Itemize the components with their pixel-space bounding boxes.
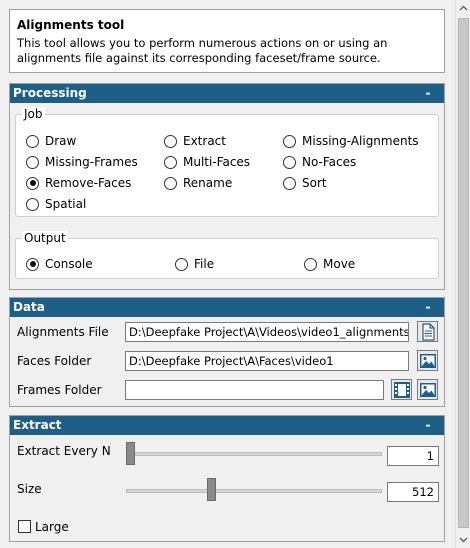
radio-label: Missing-Frames: [45, 155, 138, 169]
job-group-label: Job: [22, 107, 45, 121]
job-radio-multi-faces[interactable]: Multi-Faces: [164, 154, 250, 170]
large-label: Large: [35, 520, 69, 534]
frames-folder-label: Frames Folder: [17, 383, 102, 397]
extract-header: Extract -: [10, 416, 444, 435]
job-radio-remove-faces[interactable]: Remove-Faces: [26, 175, 131, 191]
alignments-file-label: Alignments File: [17, 325, 109, 339]
alignments-tool-panel: Alignments tool This tool allows you to …: [0, 0, 452, 548]
faces-folder-label: Faces Folder: [17, 354, 92, 368]
processing-collapse-button[interactable]: -: [422, 84, 434, 103]
tool-description: This tool allows you to perform numerous…: [17, 36, 388, 65]
size-label: Size: [17, 482, 42, 496]
size-slider-thumb[interactable]: [207, 478, 216, 501]
size-slider-track[interactable]: [126, 489, 382, 493]
processing-title: Processing: [13, 86, 87, 100]
extract-every-n-label: Extract Every N: [17, 444, 111, 458]
radio-label: Extract: [183, 134, 226, 148]
output-radio-move[interactable]: Move: [304, 256, 355, 272]
chevron-up-icon: [459, 5, 468, 11]
radio-label: Move: [323, 257, 356, 271]
extract-every-n-slider-thumb[interactable]: [126, 442, 135, 465]
radio-label: Spatial: [45, 197, 87, 211]
data-section: Data - Alignments File D:\Deepfake Proje…: [9, 297, 445, 407]
extract-section: Extract - Extract Every N 1 Size 512 Lar…: [9, 415, 445, 542]
job-radio-sort[interactable]: Sort: [283, 175, 327, 191]
browse-video-button[interactable]: [391, 379, 412, 400]
extract-collapse-button[interactable]: -: [422, 416, 434, 435]
output-radio-console[interactable]: Console: [26, 256, 93, 272]
alignments-file-input[interactable]: D:\Deepfake Project\A\Videos\video1_alig…: [125, 322, 409, 342]
radio-indicator: [26, 134, 39, 148]
radio-label: Console: [45, 257, 93, 271]
output-radio-file[interactable]: File: [175, 256, 214, 272]
tool-title: Alignments tool: [17, 18, 125, 32]
radio-indicator: [283, 176, 296, 190]
radio-indicator: [164, 176, 177, 190]
tool-info-box: Alignments tool This tool allows you to …: [9, 9, 445, 73]
job-radio-missing-frames[interactable]: Missing-Frames: [26, 154, 138, 170]
job-radio-missing-alignments[interactable]: Missing-Alignments: [283, 133, 419, 149]
radio-indicator: [304, 257, 317, 271]
output-group-label: Output: [22, 231, 68, 245]
radio-indicator: [283, 155, 296, 169]
job-radio-draw[interactable]: Draw: [26, 133, 76, 149]
browse-faces-folder-button[interactable]: [417, 350, 438, 371]
job-radio-spatial[interactable]: Spatial: [26, 196, 86, 212]
radio-indicator: [283, 134, 296, 148]
large-checkbox[interactable]: [18, 520, 31, 533]
processing-section: Processing - Job Draw Extract Missing-Al…: [9, 83, 445, 290]
browse-frames-folder-button[interactable]: [417, 379, 438, 400]
radio-label: Rename: [183, 176, 233, 190]
file-icon: [422, 323, 435, 341]
job-group: Job Draw Extract Missing-Alignments Miss…: [15, 107, 439, 217]
output-group: Output Console File Move: [15, 231, 439, 279]
radio-label: Draw: [45, 134, 77, 148]
radio-label: File: [194, 257, 215, 271]
radio-label: Remove-Faces: [45, 176, 132, 190]
extract-every-n-input[interactable]: 1: [387, 446, 439, 466]
job-radio-rename[interactable]: Rename: [164, 175, 232, 191]
radio-indicator-checked: [26, 176, 39, 190]
scroll-down-button[interactable]: [456, 531, 470, 548]
radio-label: Multi-Faces: [183, 155, 251, 169]
size-input[interactable]: 512: [387, 482, 439, 502]
extract-title: Extract: [13, 418, 62, 432]
data-title: Data: [13, 300, 45, 314]
radio-indicator: [175, 257, 188, 271]
browse-file-button[interactable]: [417, 321, 438, 342]
scrollbar-thumb[interactable]: [458, 18, 469, 528]
vertical-scrollbar[interactable]: [455, 0, 470, 548]
extract-every-n-slider-track[interactable]: [126, 452, 382, 456]
radio-label: No-Faces: [302, 155, 357, 169]
data-collapse-button[interactable]: -: [422, 298, 434, 317]
image-icon: [420, 383, 436, 397]
radio-indicator: [26, 155, 39, 169]
image-icon: [420, 354, 436, 368]
radio-label: Missing-Alignments: [302, 134, 419, 148]
radio-indicator-checked: [26, 257, 39, 271]
scroll-up-button[interactable]: [456, 0, 470, 17]
radio-label: Sort: [302, 176, 327, 190]
job-radio-extract[interactable]: Extract: [164, 133, 226, 149]
frames-folder-input[interactable]: [125, 380, 384, 400]
radio-indicator: [164, 155, 177, 169]
chevron-down-icon: [459, 537, 468, 543]
job-radio-no-faces[interactable]: No-Faces: [283, 154, 356, 170]
processing-header: Processing -: [10, 84, 444, 103]
radio-indicator: [164, 134, 177, 148]
video-icon: [394, 382, 410, 398]
data-header: Data -: [10, 298, 444, 317]
radio-indicator: [26, 197, 39, 211]
faces-folder-input[interactable]: D:\Deepfake Project\A\Faces\video1: [125, 351, 409, 371]
